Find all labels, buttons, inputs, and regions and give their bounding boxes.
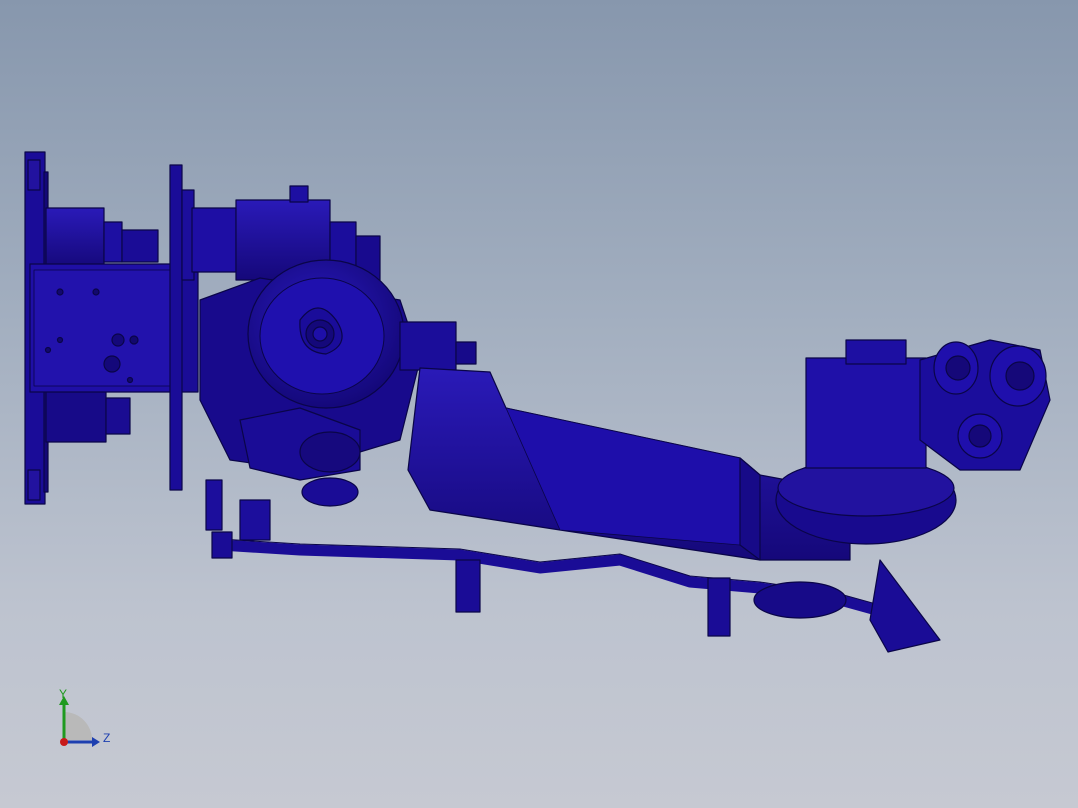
triad-y-label: Y (59, 687, 68, 701)
upper-arm (407, 367, 851, 561)
robot-arm-model[interactable] (0, 0, 1078, 808)
orientation-triad[interactable]: Y Z (48, 684, 118, 756)
triad-z-label: Z (103, 731, 111, 745)
cad-graphics-viewport[interactable]: Y Z (0, 0, 1078, 808)
